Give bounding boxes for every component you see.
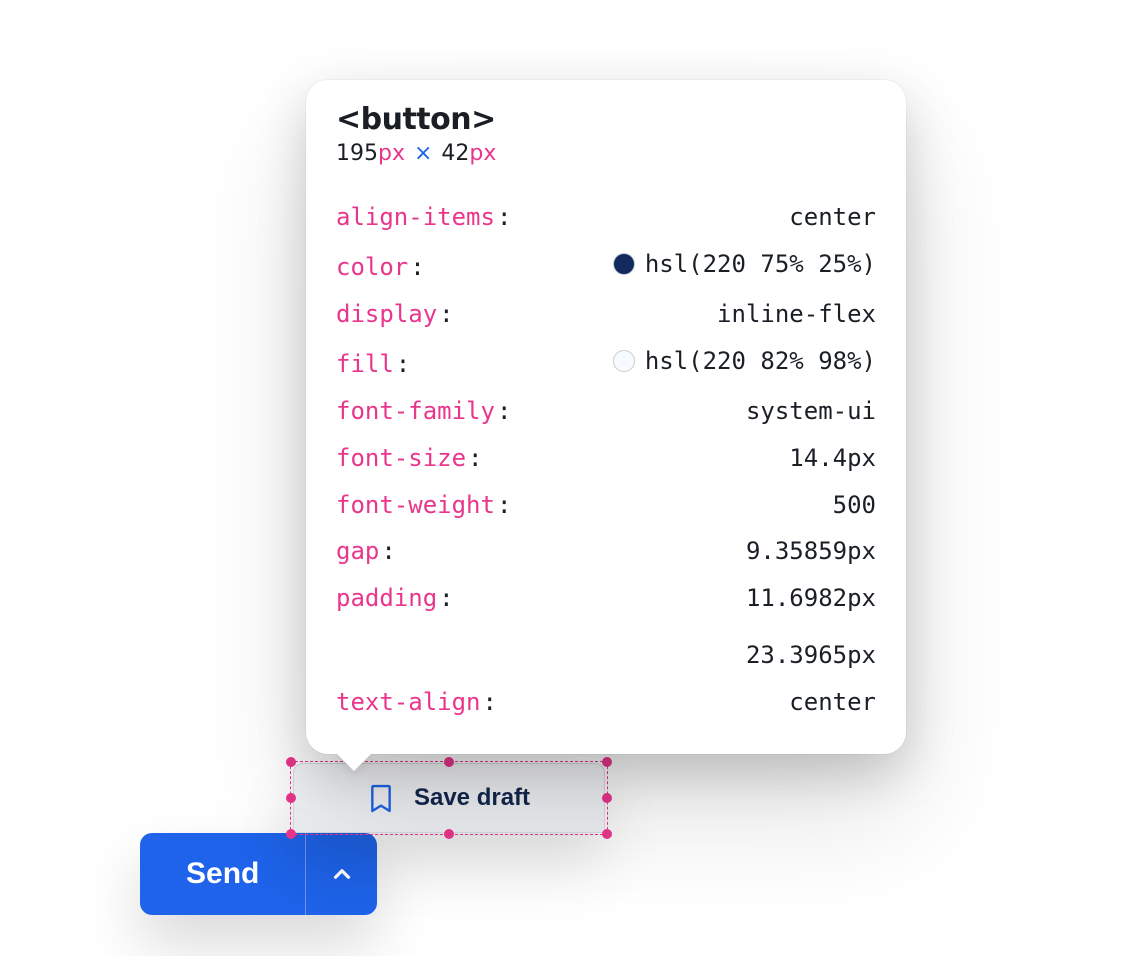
css-property-name: display [336, 291, 454, 338]
inspected-dimensions: 195px × 42px [336, 141, 876, 166]
css-property-list: align-items center color hsl(220 75% 25%)di… [336, 194, 876, 726]
css-property-row: text-align center [336, 679, 876, 726]
css-property-name: align-items [336, 194, 511, 241]
chevron-up-icon [329, 861, 355, 887]
css-property-name: font-size [336, 435, 483, 482]
css-property-name: gap [336, 528, 396, 575]
css-property-value: 500 [529, 482, 876, 529]
css-property-name: text-align [336, 679, 497, 726]
bookmark-icon [368, 782, 394, 814]
css-property-value: inline-flex [472, 291, 876, 338]
dim-unit: px [469, 141, 496, 166]
css-property-row: color hsl(220 75% 25%) [336, 241, 876, 291]
css-property-value: center [515, 679, 876, 726]
dim-width: 195 [336, 141, 378, 166]
css-property-value: center [529, 194, 876, 241]
color-swatch [613, 253, 635, 275]
css-property-value: 9.35859px [414, 528, 876, 575]
css-property-name: font-family [336, 388, 511, 435]
css-inspector-tooltip: <button> 195px × 42px align-itemscenterc… [306, 80, 906, 754]
inspected-tag-name: <button> [336, 102, 876, 137]
save-draft-label: Save draft [414, 784, 530, 812]
save-draft-button[interactable]: Save draft [293, 763, 605, 833]
color-swatch [613, 350, 635, 372]
css-property-name: fill [336, 341, 410, 388]
dim-height: 42 [441, 141, 469, 166]
css-property-name: font-weight [336, 482, 511, 529]
css-property-value: hsl(220 82% 98%) [428, 338, 876, 385]
css-property-row: font-family system-ui [336, 388, 876, 435]
css-property-row: display inline-flex [336, 291, 876, 338]
css-property-value: system-ui [529, 388, 876, 435]
send-button-label: Send [186, 857, 259, 891]
css-property-row: align-items center [336, 194, 876, 241]
send-split-button[interactable]: Send [140, 833, 377, 915]
send-dropdown-toggle[interactable] [305, 833, 377, 915]
css-property-name: color [336, 244, 425, 291]
css-property-row: font-weight 500 [336, 482, 876, 529]
css-property-value: 11.6982px23.3965px [472, 575, 876, 679]
send-button[interactable]: Send [140, 833, 305, 915]
css-property-value: hsl(220 75% 25%) [443, 241, 876, 288]
css-property-value: 14.4px [501, 435, 877, 482]
css-property-row: gap 9.35859px [336, 528, 876, 575]
css-property-row: font-size 14.4px [336, 435, 876, 482]
dim-unit: px [378, 141, 405, 166]
css-property-row: padding 11.6982px23.3965px [336, 575, 876, 679]
dim-times: × [414, 141, 432, 166]
css-property-name: padding [336, 575, 454, 622]
css-property-row: fill hsl(220 82% 98%) [336, 338, 876, 388]
